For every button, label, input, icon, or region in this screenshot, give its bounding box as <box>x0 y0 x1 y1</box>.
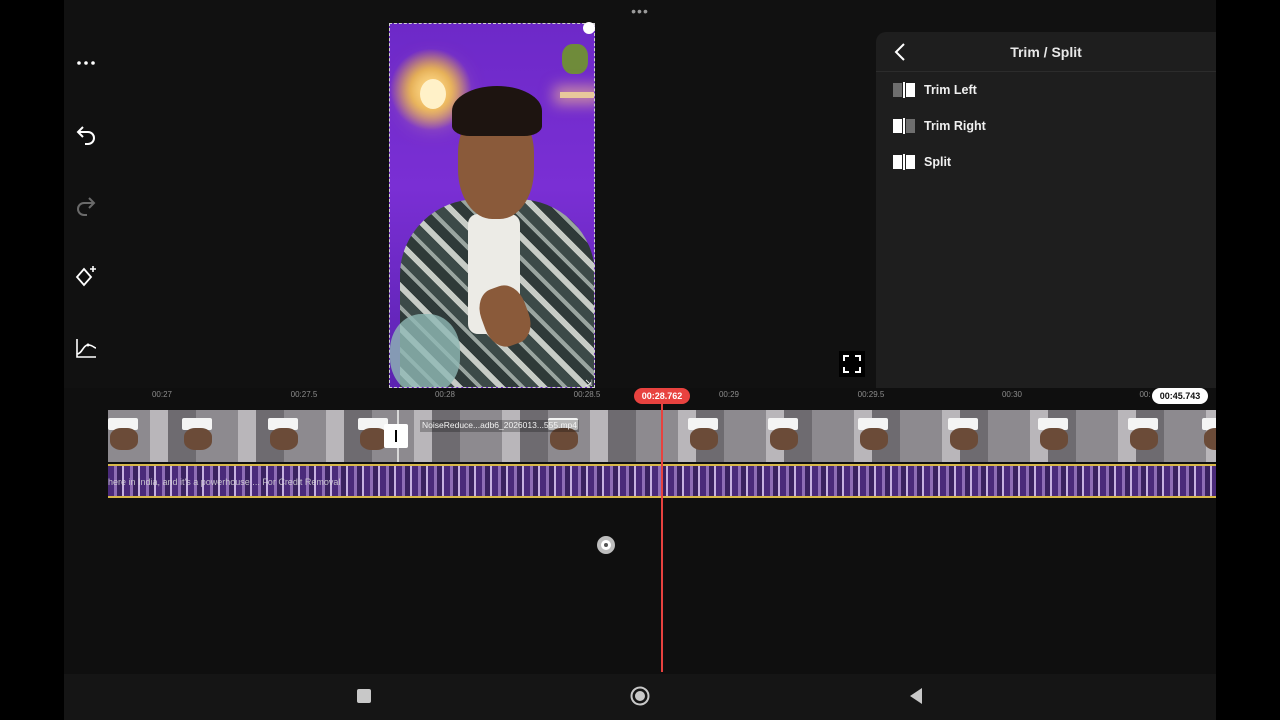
square-recents-icon <box>357 689 371 703</box>
more-options-button[interactable] <box>72 49 100 77</box>
trim-left-icon <box>892 81 916 99</box>
foreground-blur <box>390 314 460 387</box>
playhead-line[interactable] <box>661 404 663 672</box>
home-button[interactable] <box>630 686 650 706</box>
split-icon <box>892 153 916 171</box>
trim-right-option[interactable]: Trim Right <box>892 114 1092 138</box>
panel-title: Trim / Split <box>1010 44 1082 60</box>
split-label: Split <box>924 155 952 169</box>
trim-left-label: Trim Left <box>924 83 977 97</box>
trim-left-option[interactable]: Trim Left <box>892 78 1092 102</box>
ruler-tick: 00:28 <box>434 390 456 399</box>
clip-trim-handle[interactable] <box>384 424 408 448</box>
touch-cursor <box>597 536 615 554</box>
ruler-tick: 00:27.5 <box>290 390 318 399</box>
more-horizontal-icon[interactable]: ••• <box>627 4 653 18</box>
recents-button[interactable] <box>354 686 374 706</box>
right-letterbox <box>1216 0 1280 720</box>
trim-right-label: Trim Right <box>924 119 986 133</box>
clip-filename: NoiseReduce...adb6_2026013...555.mp4 <box>420 420 580 432</box>
shelf-light <box>560 92 594 98</box>
trim-split-panel: Trim / Split Trim Left Trim Right Split <box>876 32 1216 388</box>
circle-home-icon <box>630 686 650 706</box>
video-preview[interactable] <box>389 23 595 388</box>
split-option[interactable]: Split <box>892 150 1092 174</box>
undo-button[interactable] <box>72 120 100 148</box>
fullscreen-button[interactable] <box>839 351 865 377</box>
plant <box>562 44 588 74</box>
person-hair <box>452 86 542 136</box>
lamp-light <box>420 79 446 109</box>
trim-right-icon <box>892 117 916 135</box>
triangle-back-icon <box>910 688 922 704</box>
speed-curve-icon <box>76 339 97 358</box>
resize-handle-bottom-right[interactable]: ⇲ <box>585 378 595 388</box>
resize-handle-top-right[interactable] <box>583 22 595 34</box>
ruler-tick: 00: <box>1139 390 1151 399</box>
ruler-tick: 00:27 <box>151 390 173 399</box>
left-letterbox <box>0 0 64 720</box>
keyframe-diamond-icon <box>75 266 96 287</box>
redo-icon <box>77 197 96 216</box>
ruler-tick: 00:29.5 <box>857 390 885 399</box>
current-time-badge: 00:28.762 <box>634 388 690 404</box>
add-keyframe-button[interactable] <box>72 262 100 290</box>
fullscreen-icon <box>843 355 861 373</box>
ruler-tick: 00:28.5 <box>573 390 601 399</box>
total-duration-badge: 00:45.743 <box>1152 388 1208 404</box>
ruler-tick: 00:30 <box>1001 390 1023 399</box>
undo-icon <box>76 126 95 145</box>
speed-curve-button[interactable] <box>72 334 100 362</box>
back-nav-button[interactable] <box>906 686 926 706</box>
redo-button[interactable] <box>72 191 100 219</box>
more-horizontal-icon <box>77 61 95 65</box>
panel-header: Trim / Split <box>876 32 1216 72</box>
audio-caption: here in India, and it's a powerhouse ...… <box>108 477 341 487</box>
ruler-tick: 00:29 <box>718 390 740 399</box>
